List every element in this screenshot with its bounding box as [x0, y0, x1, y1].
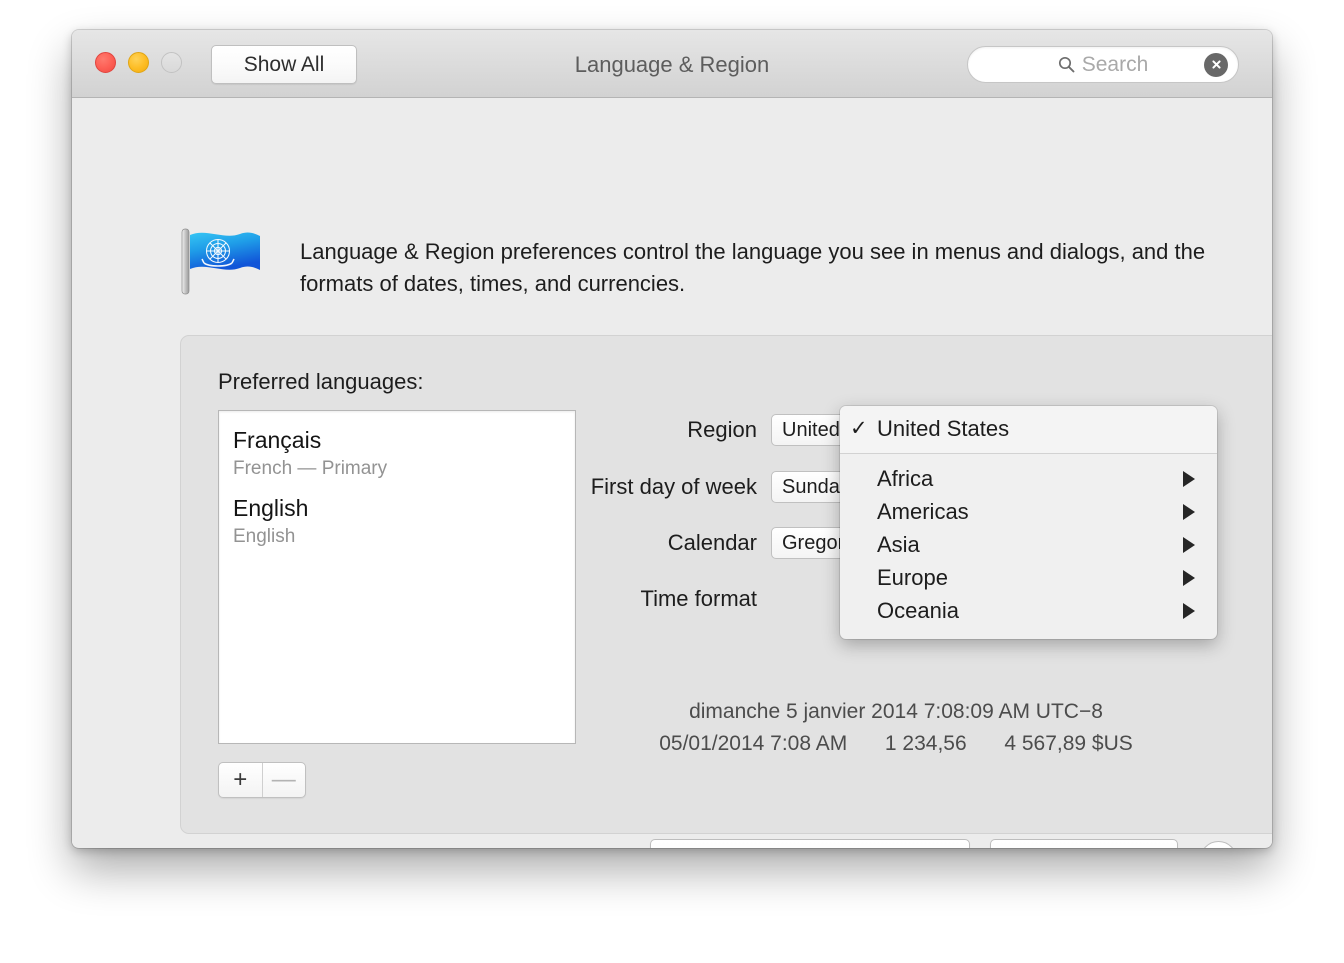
- format-preview-currency: 4 567,89 $US: [1004, 732, 1132, 755]
- language-add-remove-controls: + —: [218, 762, 306, 798]
- first-day-of-week-label: First day of week: [441, 474, 771, 500]
- calendar-label: Calendar: [441, 530, 771, 556]
- menu-item-label: Africa: [877, 466, 933, 492]
- menu-item-label: Europe: [877, 565, 948, 591]
- show-all-label: Show All: [244, 53, 325, 77]
- menu-item-americas[interactable]: Americas: [840, 495, 1217, 528]
- search-input[interactable]: Search: [967, 46, 1239, 83]
- menu-item-europe[interactable]: Europe: [840, 561, 1217, 594]
- remove-language-button: —: [262, 763, 306, 797]
- intro-description: Language & Region preferences control th…: [300, 236, 1250, 300]
- system-preferences-window: Show All Language & Region Search: [72, 30, 1272, 848]
- search-icon: [1058, 56, 1075, 73]
- clear-icon[interactable]: [1204, 53, 1228, 77]
- help-label: ?: [1212, 847, 1224, 849]
- format-preview-short-date: 05/01/2014 7:08 AM: [659, 732, 847, 755]
- menu-item-africa[interactable]: Africa: [840, 462, 1217, 495]
- submenu-arrow-icon: [1183, 570, 1195, 586]
- keyboard-preferences-button[interactable]: Keyboard Preferences…: [650, 839, 970, 848]
- format-preview-number: 1 234,56: [885, 732, 967, 755]
- menu-item-label: Americas: [877, 499, 969, 525]
- keyboard-preferences-label: Keyboard Preferences…: [690, 847, 931, 849]
- un-flag-icon: [180, 226, 264, 296]
- close-button[interactable]: [95, 52, 116, 73]
- region-label: Region: [441, 417, 771, 443]
- menu-item-oceania[interactable]: Oceania: [840, 594, 1217, 627]
- advanced-label: Advanced…: [1024, 847, 1144, 849]
- help-button[interactable]: ?: [1200, 841, 1237, 848]
- menu-item-label: United States: [877, 416, 1009, 442]
- window-body: Language & Region preferences control th…: [72, 98, 1272, 847]
- zoom-button: [161, 52, 182, 73]
- region-dropdown-menu: ✓ United States Africa Americas Asia: [840, 406, 1217, 639]
- menu-item-label: Asia: [877, 532, 920, 558]
- preferred-languages-label: Preferred languages:: [218, 369, 423, 395]
- menu-item-asia[interactable]: Asia: [840, 528, 1217, 561]
- submenu-arrow-icon: [1183, 537, 1195, 553]
- menu-selected-section: ✓ United States: [840, 406, 1217, 453]
- format-preview-details: 05/01/2014 7:08 AM 1 234,56 4 567,89 $US: [511, 728, 1272, 760]
- minimize-button[interactable]: [128, 52, 149, 73]
- submenu-arrow-icon: [1183, 603, 1195, 619]
- search-placeholder: Search: [1082, 53, 1149, 77]
- menu-region-groups: Africa Americas Asia Europe Oceania: [840, 454, 1217, 639]
- show-all-button[interactable]: Show All: [211, 45, 357, 84]
- time-format-label: Time format: [441, 586, 771, 612]
- format-preview: dimanche 5 janvier 2014 7:08:09 AM UTC−8…: [511, 696, 1272, 760]
- window-titlebar: Show All Language & Region Search: [72, 30, 1272, 98]
- checkmark-icon: ✓: [850, 416, 868, 441]
- submenu-arrow-icon: [1183, 471, 1195, 487]
- submenu-arrow-icon: [1183, 504, 1195, 520]
- menu-item-label: Oceania: [877, 598, 959, 624]
- menu-item-united-states[interactable]: ✓ United States: [840, 412, 1217, 445]
- preferred-languages-list[interactable]: Français French — Primary English Englis…: [218, 410, 576, 744]
- format-preview-datetime: dimanche 5 janvier 2014 7:08:09 AM UTC−8: [511, 696, 1272, 728]
- advanced-button[interactable]: Advanced…: [990, 839, 1178, 848]
- add-language-button[interactable]: +: [219, 763, 262, 797]
